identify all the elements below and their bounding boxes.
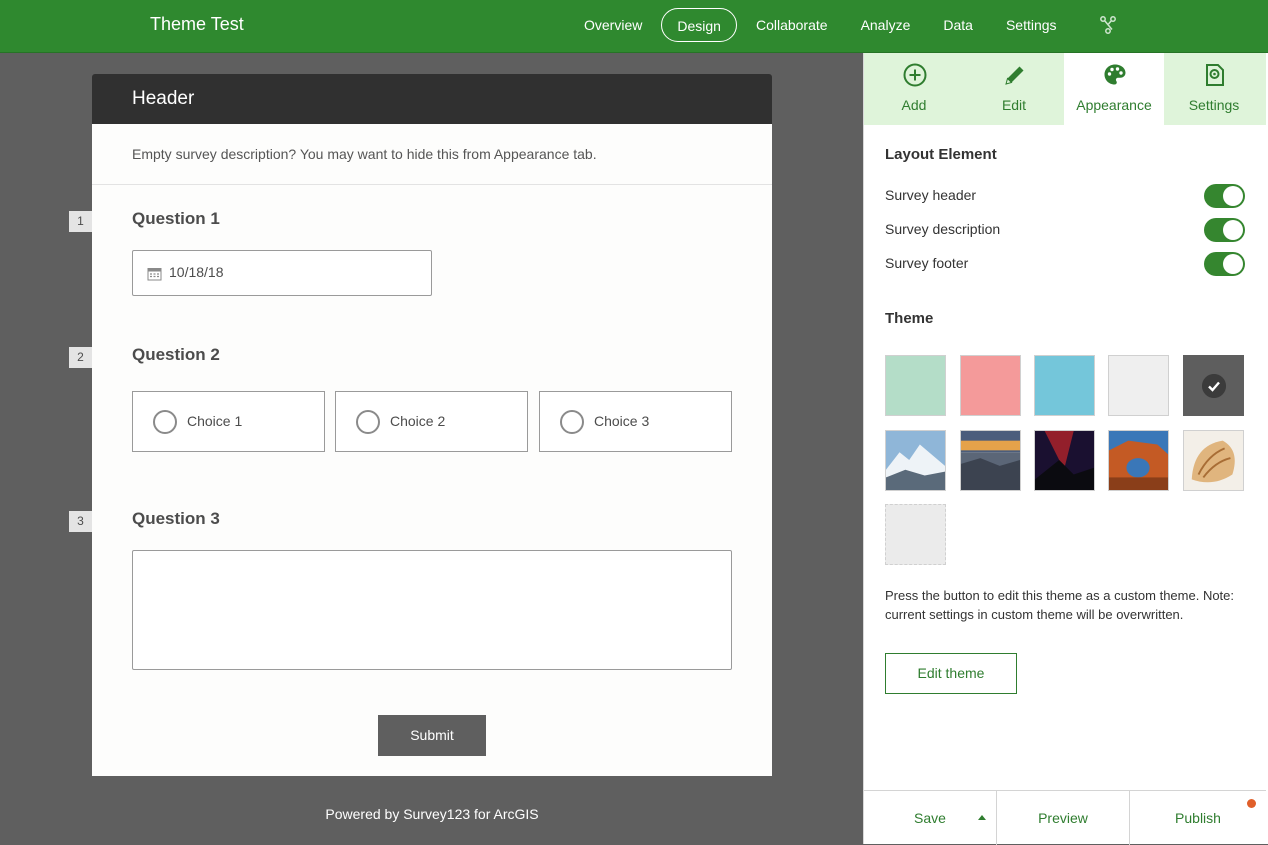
save-label: Save xyxy=(914,810,946,826)
theme-swatch-mint[interactable] xyxy=(885,355,946,416)
design-side-panel: Add Edit Appearance Settings Layout Elem… xyxy=(863,53,1268,845)
edit-theme-note: Press the button to edit this theme as a… xyxy=(885,588,1235,622)
nav-data[interactable]: Data xyxy=(929,8,987,42)
survey-description-toggle[interactable] xyxy=(1204,218,1245,242)
choice-label: Choice 2 xyxy=(390,413,446,429)
toggle-knob xyxy=(1223,220,1243,240)
survey-header: Header xyxy=(92,74,772,124)
publish-label: Publish xyxy=(1175,810,1221,826)
toggle-label: Survey footer xyxy=(885,255,969,271)
question-number-1: 1 xyxy=(69,211,92,232)
survey-footer: Powered by Survey123 for ArcGIS xyxy=(325,806,539,822)
preview-button[interactable]: Preview xyxy=(997,791,1130,845)
choice-3-option[interactable]: Choice 3 xyxy=(539,391,732,452)
toggle-row-survey-footer: Survey footer xyxy=(885,252,1245,276)
survey-header-title: Header xyxy=(132,88,195,109)
plus-circle-icon xyxy=(903,63,927,87)
question-number-2: 2 xyxy=(69,347,92,368)
radio-button[interactable] xyxy=(560,410,584,434)
theme-swatch-sky[interactable] xyxy=(1034,355,1095,416)
panel-tabs: Add Edit Appearance Settings xyxy=(864,53,1266,125)
toggle-label: Survey description xyxy=(885,221,1001,237)
pencil-icon xyxy=(1005,66,1024,85)
multiline-text-field[interactable] xyxy=(132,550,732,670)
app-title: Theme Test xyxy=(150,14,244,34)
question-1-title[interactable]: Question 1 xyxy=(132,209,220,229)
tab-edit[interactable]: Edit xyxy=(964,53,1064,125)
question-2-title[interactable]: Question 2 xyxy=(132,345,220,365)
theme-title: Theme xyxy=(885,310,934,327)
survey-header-toggle[interactable] xyxy=(1204,184,1245,208)
caret-up-icon[interactable] xyxy=(978,815,986,820)
radio-button[interactable] xyxy=(153,410,177,434)
save-button[interactable]: Save xyxy=(864,791,997,845)
arch-photo[interactable] xyxy=(1108,430,1169,491)
night-sky-photo[interactable] xyxy=(1034,430,1095,491)
checkmark-icon xyxy=(1202,374,1226,398)
tab-label: Add xyxy=(901,97,927,113)
main-nav: Overview Design Collaborate Analyze Data… xyxy=(570,8,1076,42)
panel-bottom-bar: Save Preview Publish xyxy=(864,790,1266,845)
notification-dot xyxy=(1247,799,1256,808)
choice-2-option[interactable]: Choice 2 xyxy=(335,391,528,452)
tab-add[interactable]: Add xyxy=(864,53,964,125)
tab-label: Appearance xyxy=(1076,97,1152,113)
nav-settings[interactable]: Settings xyxy=(992,8,1071,42)
tab-settings[interactable]: Settings xyxy=(1164,53,1264,125)
tab-label: Settings xyxy=(1188,97,1240,113)
layout-element-title: Layout Element xyxy=(885,146,997,163)
top-nav-bar: Theme Test Overview Design Collaborate A… xyxy=(0,0,1268,53)
toggle-row-survey-header: Survey header xyxy=(885,184,1245,208)
description-divider xyxy=(92,184,772,185)
question-number-3: 3 xyxy=(69,511,92,532)
nav-analyze[interactable]: Analyze xyxy=(847,8,925,42)
date-value: 10/18/18 xyxy=(169,264,224,280)
share-icon[interactable] xyxy=(1098,15,1118,35)
nav-overview[interactable]: Overview xyxy=(570,8,656,42)
publish-button[interactable]: Publish xyxy=(1130,791,1266,845)
toggle-row-survey-description: Survey description xyxy=(885,218,1245,242)
tab-appearance[interactable]: Appearance xyxy=(1064,53,1164,125)
edit-theme-button[interactable]: Edit theme xyxy=(885,653,1017,694)
mountain-photo[interactable] xyxy=(885,430,946,491)
tab-label: Edit xyxy=(1001,97,1027,113)
survey-description: Empty survey description? You may want t… xyxy=(132,146,597,162)
date-field[interactable]: 10/18/18 xyxy=(132,250,432,296)
theme-swatch-dark-gray[interactable] xyxy=(1183,355,1244,416)
palette-icon xyxy=(1104,64,1126,85)
nav-design[interactable]: Design xyxy=(661,8,737,42)
shell-photo[interactable] xyxy=(1183,430,1244,491)
calendar-icon xyxy=(147,268,162,281)
survey-footer-toggle[interactable] xyxy=(1204,252,1245,276)
toggle-label: Survey header xyxy=(885,187,977,203)
toggle-knob xyxy=(1223,254,1243,274)
settings-document-icon xyxy=(1206,64,1224,86)
toggle-knob xyxy=(1223,186,1243,206)
theme-swatch-light-gray[interactable] xyxy=(1108,355,1169,416)
theme-swatch-coral[interactable] xyxy=(960,355,1021,416)
nav-collaborate[interactable]: Collaborate xyxy=(742,8,842,42)
submit-button[interactable]: Submit xyxy=(378,715,486,756)
shore-sunset-photo[interactable] xyxy=(960,430,1021,491)
choice-label: Choice 1 xyxy=(187,413,243,429)
choice-1-option[interactable]: Choice 1 xyxy=(132,391,325,452)
radio-button[interactable] xyxy=(356,410,380,434)
question-3-title[interactable]: Question 3 xyxy=(132,509,220,529)
choice-label: Choice 3 xyxy=(594,413,650,429)
theme-swatch-custom[interactable] xyxy=(885,504,946,565)
